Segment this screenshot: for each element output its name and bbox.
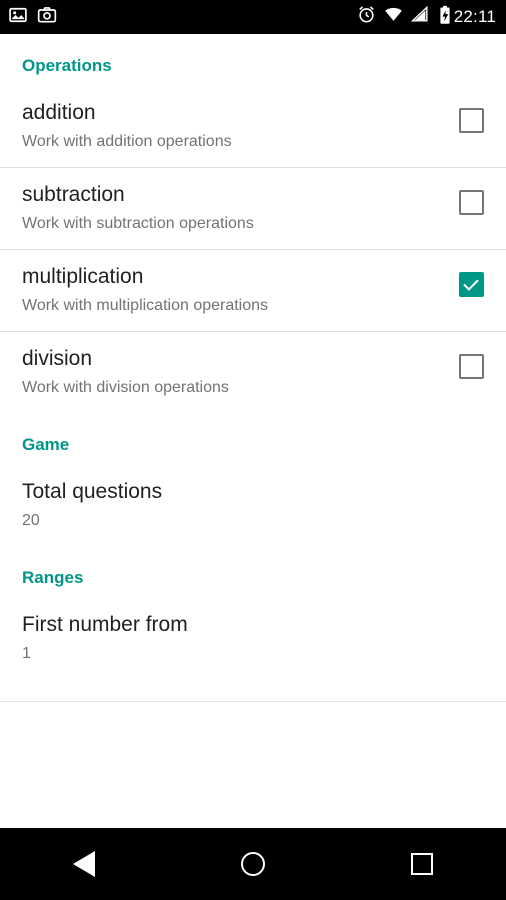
battery-charging-icon [438, 5, 452, 30]
status-bar-notifications [8, 5, 57, 30]
pref-addition-text: addition Work with addition operations [22, 100, 443, 151]
pref-total-questions-value: 20 [22, 512, 40, 529]
checkbox-division[interactable] [459, 354, 484, 379]
section-header-ranges: Ranges [22, 568, 84, 587]
pref-multiplication-summary: Work with multiplication operations [22, 297, 269, 314]
preferences-list[interactable]: Operations addition Work with addition o… [0, 34, 506, 828]
checkbox-multiplication[interactable] [459, 272, 484, 297]
pref-total-questions-title: Total questions [22, 480, 163, 503]
pref-multiplication-title: multiplication [22, 265, 144, 288]
recents-square-icon [410, 853, 433, 875]
alarm-icon [357, 5, 376, 29]
status-bar-system-icons [357, 5, 452, 30]
pref-division-title: division [22, 347, 93, 370]
home-circle-icon [240, 852, 265, 876]
section-header-operations: Operations [22, 56, 112, 75]
signal-icon [410, 5, 430, 29]
pref-total-questions-text: Total questions 20 [22, 479, 484, 530]
pref-division-text: division Work with division operations [22, 346, 443, 397]
section-header-game: Game [22, 435, 70, 454]
back-triangle-icon [73, 851, 96, 877]
pref-total-questions[interactable]: Total questions 20 [0, 465, 506, 546]
nav-recents-button[interactable] [374, 828, 470, 900]
checkbox-subtraction[interactable] [459, 190, 484, 215]
pref-addition-summary: Work with addition operations [22, 133, 232, 150]
pref-addition[interactable]: addition Work with addition operations [0, 86, 506, 167]
pref-subtraction[interactable]: subtraction Work with subtraction operat… [0, 168, 506, 249]
pref-first-number-from-title: First number from [22, 613, 188, 636]
image-icon [8, 5, 28, 30]
pref-subtraction-text: subtraction Work with subtraction operat… [22, 182, 443, 233]
phone-screen: 22:11 Operations addition Work with addi… [0, 0, 506, 900]
camera-icon [37, 5, 57, 30]
pref-division[interactable]: division Work with division operations [0, 332, 506, 413]
pref-multiplication[interactable]: multiplication Work with multiplication … [0, 250, 506, 331]
pref-first-number-from[interactable]: First number from 1 [0, 598, 506, 679]
nav-home-button[interactable] [205, 828, 301, 900]
navigation-bar [0, 828, 506, 900]
pref-first-number-from-text: First number from 1 [22, 612, 484, 663]
status-bar: 22:11 [0, 0, 506, 34]
nav-back-button[interactable] [36, 828, 132, 900]
pref-first-number-from-value: 1 [22, 645, 31, 662]
pref-addition-title: addition [22, 101, 96, 124]
checkbox-addition[interactable] [459, 108, 484, 133]
pref-multiplication-text: multiplication Work with multiplication … [22, 264, 443, 315]
pref-subtraction-summary: Work with subtraction operations [22, 215, 254, 232]
pref-division-summary: Work with division operations [22, 379, 229, 396]
status-bar-clock: 22:11 [453, 7, 496, 26]
pref-subtraction-title: subtraction [22, 183, 125, 206]
wifi-icon [384, 5, 403, 29]
divider [0, 701, 506, 702]
